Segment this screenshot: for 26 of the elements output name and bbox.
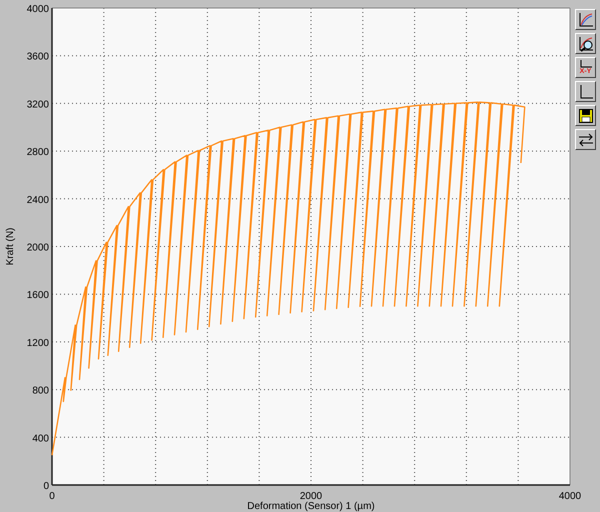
magnify-button[interactable] — [575, 33, 596, 54]
x-tick-label: 2000 — [300, 491, 322, 502]
swap-button[interactable] — [575, 129, 596, 150]
y-tick-label: 800 — [32, 386, 49, 397]
x-tick-label: 0 — [49, 491, 55, 502]
x-tick-label: 4000 — [558, 491, 582, 502]
y-tick-label: 1600 — [26, 290, 49, 302]
swap-arrows-icon — [578, 132, 594, 146]
y-tick-label: 400 — [32, 433, 49, 444]
y-tick-label: 2400 — [26, 194, 49, 206]
y-tick-label: 3600 — [26, 52, 49, 63]
y-tick-label: 1200 — [26, 338, 49, 349]
y-tick-label: 4000 — [26, 4, 49, 15]
y-tick-label: 2000 — [26, 242, 49, 254]
save-icon — [578, 108, 592, 122]
x-axis-title: Deformation (Sensor) 1 (µm) — [247, 501, 375, 512]
curve-chart-icon — [578, 12, 594, 28]
y-axis-title: Kraft (N) — [5, 228, 16, 266]
y-tick-label: 2800 — [26, 147, 49, 158]
save-button[interactable] — [575, 105, 596, 126]
y-tick-label: 3200 — [26, 99, 49, 110]
axes-button[interactable] — [575, 81, 596, 102]
y-tick-label: 0 — [43, 481, 49, 492]
zoom-icon — [578, 36, 594, 52]
zoom-button[interactable] — [575, 9, 596, 30]
axes-icon — [578, 84, 594, 100]
